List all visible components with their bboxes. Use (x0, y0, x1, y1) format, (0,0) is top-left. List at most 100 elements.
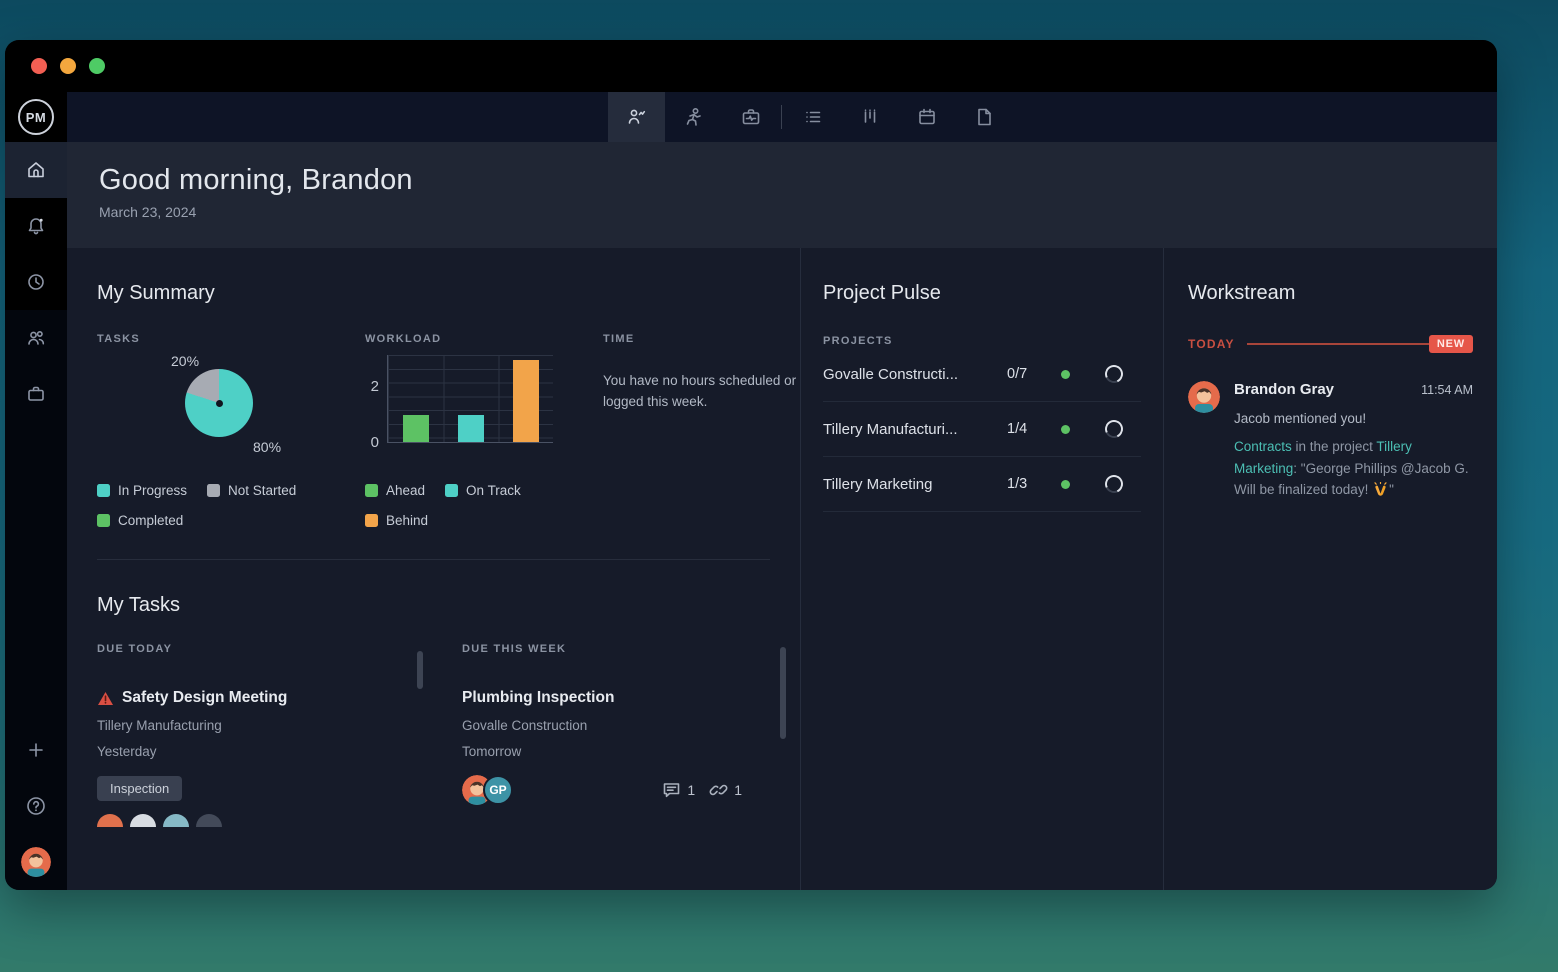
toolbar-tab-my-work[interactable] (608, 92, 665, 142)
in-progress-swatch (97, 484, 110, 497)
pie-label-20: 20% (171, 353, 199, 369)
task-title: Safety Design Meeting (122, 689, 287, 707)
page-date: March 23, 2024 (99, 204, 1497, 220)
legend-on-track: On Track (445, 483, 521, 498)
comment-count: 1 (687, 782, 695, 798)
my-tasks-title: My Tasks (97, 594, 770, 617)
workstream-entry[interactable]: Brandon Gray 11:54 AM Jacob mentioned yo… (1188, 381, 1473, 503)
legend-completed: Completed (97, 513, 183, 528)
page-title: Good morning, Brandon (99, 164, 1497, 197)
raised-hands-emoji-icon (1372, 481, 1389, 503)
home-icon (26, 160, 46, 180)
link-icon[interactable] (709, 781, 728, 799)
sidebar-item-history[interactable] (5, 254, 67, 310)
sidebar-item-portfolio[interactable] (5, 366, 67, 422)
due-this-week-scrollbar[interactable] (780, 647, 786, 739)
not-started-swatch (207, 484, 220, 497)
page-header: Good morning, Brandon March 23, 2024 (67, 142, 1497, 248)
toolbar-tab-board-view[interactable] (841, 92, 898, 142)
due-this-week-label: DUE THIS WEEK (462, 643, 770, 655)
task-due-date: Tomorrow (462, 744, 770, 759)
list-icon (802, 106, 824, 128)
completed-swatch (97, 514, 110, 527)
top-toolbar (67, 92, 1497, 142)
window-titlebar (5, 40, 1497, 92)
legend-behind: Behind (365, 513, 428, 528)
briefcase-icon (26, 384, 46, 404)
task-card-safety-design-meeting[interactable]: Safety Design Meeting Tillery Manufactur… (97, 689, 462, 827)
document-icon (973, 106, 995, 128)
author-avatar (1188, 381, 1220, 413)
users-icon (26, 328, 46, 348)
bell-icon (26, 216, 46, 236)
sidebar-item-home[interactable] (5, 142, 67, 198)
on-track-swatch (445, 484, 458, 497)
sidebar: PM (5, 92, 67, 890)
workstream-panel: Workstream TODAY NEW Brandon Gray (1163, 248, 1497, 890)
link-count: 1 (734, 782, 742, 798)
pm-logo-icon: PM (18, 99, 54, 135)
user-avatar (21, 847, 51, 877)
assignee-avatar (97, 814, 123, 827)
progress-ring-icon (1102, 417, 1125, 440)
sidebar-add-button[interactable] (5, 722, 67, 778)
health-status-dot (1061, 370, 1070, 379)
briefcase-pulse-icon (740, 106, 762, 128)
app-logo[interactable]: PM (5, 92, 67, 142)
bar-plot-area (387, 355, 553, 443)
tasks-label: TASKS (97, 333, 365, 345)
toolbar-tab-calendar-view[interactable] (898, 92, 955, 142)
toolbar-tab-files[interactable] (955, 92, 1012, 142)
comment-icon[interactable] (662, 781, 681, 799)
toolbar-tab-list-view[interactable] (784, 92, 841, 142)
person-chart-icon (626, 106, 648, 128)
calendar-icon (916, 106, 938, 128)
close-window-button[interactable] (31, 58, 47, 74)
task-project: Tillery Manufacturing (97, 718, 462, 733)
my-summary-title: My Summary (97, 282, 770, 305)
person-running-icon (683, 106, 705, 128)
tasks-legend: In Progress Not Started Completed (97, 483, 347, 543)
legend-in-progress: In Progress (97, 483, 187, 498)
workload-label: WORKLOAD (365, 333, 593, 345)
toolbar-tab-team-activity[interactable] (665, 92, 722, 142)
task-project: Govalle Construction (462, 718, 770, 733)
workload-legend: Ahead On Track Behind (365, 483, 593, 543)
today-divider-line (1247, 343, 1429, 345)
y-tick-2: 2 (365, 378, 379, 395)
help-icon (25, 795, 47, 817)
sidebar-item-notifications[interactable] (5, 198, 67, 254)
sidebar-item-team[interactable] (5, 310, 67, 366)
sidebar-profile-button[interactable] (5, 834, 67, 890)
task-link[interactable]: Contracts (1234, 439, 1292, 454)
behind-swatch (365, 514, 378, 527)
project-pulse-title: Project Pulse (823, 282, 1141, 305)
pie-label-80: 80% (253, 439, 281, 455)
project-row-tillery-manufacturing[interactable]: Tillery Manufacturi... 1/4 (823, 402, 1141, 457)
sidebar-help-button[interactable] (5, 778, 67, 834)
task-tag[interactable]: Inspection (97, 776, 182, 801)
task-progress-count: 1/3 (1007, 476, 1061, 492)
project-row-tillery-marketing[interactable]: Tillery Marketing 1/3 (823, 457, 1141, 512)
time-label: TIME (603, 333, 803, 345)
progress-ring-icon (1102, 362, 1125, 385)
section-divider (97, 559, 770, 560)
task-progress-count: 0/7 (1007, 366, 1061, 382)
due-today-scrollbar[interactable] (417, 651, 423, 689)
task-card-plumbing-inspection[interactable]: Plumbing Inspection Govalle Construction… (462, 689, 770, 805)
toolbar-tab-portfolio[interactable] (722, 92, 779, 142)
assignee-avatar (196, 814, 222, 827)
entry-timestamp: 11:54 AM (1421, 383, 1473, 397)
health-status-dot (1061, 480, 1070, 489)
app-window: PM (5, 40, 1497, 890)
plus-icon (27, 741, 45, 759)
time-empty-state: You have no hours scheduled or logged th… (603, 371, 803, 413)
today-group-header: TODAY NEW (1188, 335, 1473, 353)
y-tick-0: 0 (365, 434, 379, 451)
project-row-govalle[interactable]: Govalle Constructi... 0/7 (823, 347, 1141, 402)
today-label: TODAY (1188, 337, 1235, 351)
entry-headline: Jacob mentioned you! (1234, 411, 1473, 426)
zoom-window-button[interactable] (89, 58, 105, 74)
legend-not-started: Not Started (207, 483, 296, 498)
minimize-window-button[interactable] (60, 58, 76, 74)
